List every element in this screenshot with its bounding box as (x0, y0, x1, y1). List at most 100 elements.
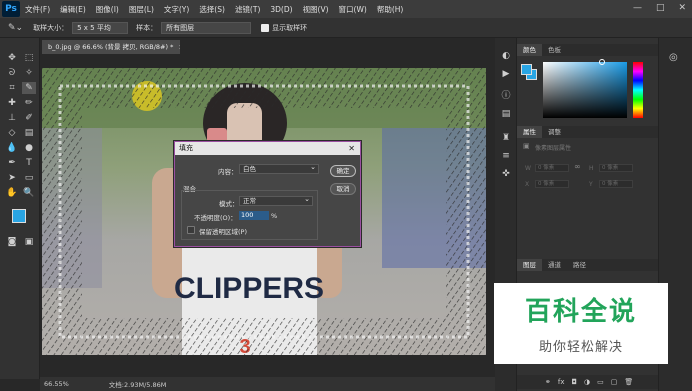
opacity-label: 不透明度(O)： (194, 214, 237, 222)
watermark-title: 百科全说 (524, 297, 637, 327)
minimize-button[interactable]: — (633, 3, 642, 13)
ok-button[interactable]: 确定 (330, 165, 356, 177)
new-layer-icon[interactable]: ▢ (611, 378, 618, 386)
blur-tool-icon[interactable]: 💧 (5, 142, 19, 154)
actions-panel-icon[interactable]: ▶ (499, 68, 513, 80)
foreground-color-swatch[interactable] (12, 209, 26, 223)
opacity-input[interactable]: 100 (239, 211, 269, 220)
path-selection-tool-icon[interactable]: ➤ (5, 172, 19, 184)
menu-3d[interactable]: 3D(D) (265, 5, 297, 14)
tab-layers[interactable]: 图层 (517, 259, 542, 271)
dodge-tool-icon[interactable]: ● (22, 142, 36, 154)
rectangle-tool-icon[interactable]: ▭ (22, 172, 36, 184)
jersey-text: CLIPPERS (174, 272, 324, 305)
cancel-button[interactable]: 取消 (330, 183, 356, 195)
layer-style-icon[interactable]: fx (558, 378, 565, 386)
new-group-icon[interactable]: ▭ (597, 378, 604, 386)
tab-swatches[interactable]: 色板 (542, 44, 567, 56)
layers-panel-tabs: 图层 通道 路径 (517, 259, 658, 271)
info-panel-icon[interactable]: ⓘ (499, 90, 513, 102)
field-x-label: X (525, 181, 530, 188)
menu-window[interactable]: 窗口(W) (334, 4, 372, 15)
show-ring-label: 显示取样环 (272, 23, 308, 32)
menu-file[interactable]: 文件(F) (20, 4, 55, 15)
sample-select[interactable]: 所有图层 (161, 21, 252, 34)
link-icon[interactable]: ∞ (574, 162, 581, 171)
clone-source-icon[interactable]: ✜ (499, 168, 513, 180)
tab-channels[interactable]: 通道 (542, 259, 567, 271)
tab-color[interactable]: 颜色 (517, 44, 542, 56)
menu-view[interactable]: 视图(V) (298, 4, 334, 15)
tab-adjustments[interactable]: 调整 (542, 126, 567, 138)
lasso-tool-icon[interactable]: ᘐ (5, 67, 19, 79)
close-tab-icon[interactable]: × (178, 43, 180, 51)
adjustment-layer-icon[interactable]: ◑ (584, 378, 590, 386)
dialog-close-icon[interactable]: ✕ (348, 142, 355, 155)
color-picker-cursor[interactable] (599, 59, 605, 65)
field-y[interactable]: 0 像素 (599, 180, 633, 188)
sample-size-select[interactable]: 5 x 5 平均 (72, 21, 129, 34)
tab-properties[interactable]: 属性 (517, 126, 542, 138)
maximize-button[interactable]: □ (656, 3, 665, 13)
move-tool-icon[interactable]: ✥ (5, 52, 19, 64)
marquee-tool-icon[interactable]: ⬚ (22, 52, 36, 64)
dialog-title: 填充 (179, 144, 193, 152)
menu-image[interactable]: 图像(I) (91, 4, 124, 15)
tab-paths[interactable]: 路径 (567, 259, 592, 271)
options-bar: ✎⌄ 取样大小： 5 x 5 平均 样本： 所有图层 显示取样环 (0, 18, 692, 38)
brush-settings-icon[interactable]: ♜ (499, 132, 513, 144)
color-panel-foreground-swatch[interactable] (521, 64, 532, 75)
mode-select[interactable]: 正常 (239, 195, 313, 206)
quick-mask-icon[interactable]: ◙ (5, 236, 19, 248)
brush-tool-icon[interactable]: ✏ (22, 97, 36, 109)
eyedropper-tool-preset-icon[interactable]: ✎⌄ (8, 23, 23, 33)
photoshop-logo: Ps (2, 1, 20, 17)
libraries-panel-icon[interactable]: ◎ (669, 52, 678, 63)
field-w[interactable]: 0 像素 (535, 164, 569, 172)
menu-select[interactable]: 选择(S) (194, 4, 230, 15)
menu-filter[interactable]: 滤镜(T) (230, 4, 265, 15)
properties-panel-body: ▣ 像素图层属性 W 0 像素 ∞ H 0 像素 X 0 像素 Y 0 像素 (517, 138, 658, 256)
pen-tool-icon[interactable]: ✒ (5, 157, 19, 169)
hand-tool-icon[interactable]: ✋ (5, 187, 19, 199)
properties-title: 像素图层属性 (535, 145, 572, 152)
hue-slider[interactable] (633, 62, 643, 118)
field-h[interactable]: 0 像素 (599, 164, 633, 172)
add-mask-icon[interactable]: ◘ (571, 378, 577, 386)
trash-icon[interactable]: 🗑 (624, 378, 633, 386)
eraser-tool-icon[interactable]: ◇ (5, 127, 19, 139)
magic-wand-tool-icon[interactable]: ✧ (22, 67, 36, 79)
healing-brush-tool-icon[interactable]: ✚ (5, 97, 19, 109)
content-select[interactable]: 白色 (239, 163, 319, 174)
history-panel-icon[interactable]: ◐ (499, 50, 513, 62)
dialog-titlebar[interactable]: 填充 ✕ (175, 142, 360, 155)
close-window-button[interactable]: ✕ (678, 3, 686, 13)
field-w-label: W (525, 165, 531, 172)
menu-help[interactable]: 帮助(H) (372, 4, 409, 15)
properties-panel-icon[interactable]: ▤ (499, 108, 513, 120)
eyedropper-tool-icon[interactable]: ✎ (22, 82, 36, 94)
history-brush-tool-icon[interactable]: ✐ (22, 112, 36, 124)
zoom-level[interactable]: 66.55% (44, 380, 69, 388)
preserve-transparency-checkbox[interactable] (187, 226, 195, 234)
field-x[interactable]: 0 像素 (535, 180, 569, 188)
crop-tool-icon[interactable]: ⌗ (5, 82, 19, 94)
document-tab[interactable]: b_0.jpg @ 66.6% (背景 拷贝, RGB/8#) * × (42, 40, 180, 54)
content-label: 内容： (218, 168, 238, 176)
clone-stamp-tool-icon[interactable]: ⊥ (5, 112, 19, 124)
properties-panel-tabs: 属性 调整 (517, 126, 658, 138)
window-controls: — □ ✕ (633, 3, 686, 13)
type-tool-icon[interactable]: T (22, 157, 36, 169)
link-layers-icon[interactable]: ⚭ (545, 378, 551, 386)
gradient-tool-icon[interactable]: ▤ (22, 127, 36, 139)
menu-type[interactable]: 文字(Y) (159, 4, 194, 15)
screen-mode-icon[interactable]: ▣ (22, 236, 36, 248)
brushes-panel-icon[interactable]: ≡ (499, 150, 513, 162)
zoom-tool-icon[interactable]: 🔍 (22, 187, 36, 199)
menu-edit[interactable]: 编辑(E) (55, 4, 91, 15)
show-ring-checkbox[interactable] (261, 23, 270, 32)
color-panel-tabs: 颜色 色板 (517, 44, 658, 56)
color-picker-field[interactable] (543, 62, 627, 118)
menu-layer[interactable]: 图层(L) (124, 4, 159, 15)
watermark-subtitle: 助你轻松解决 (538, 340, 623, 355)
